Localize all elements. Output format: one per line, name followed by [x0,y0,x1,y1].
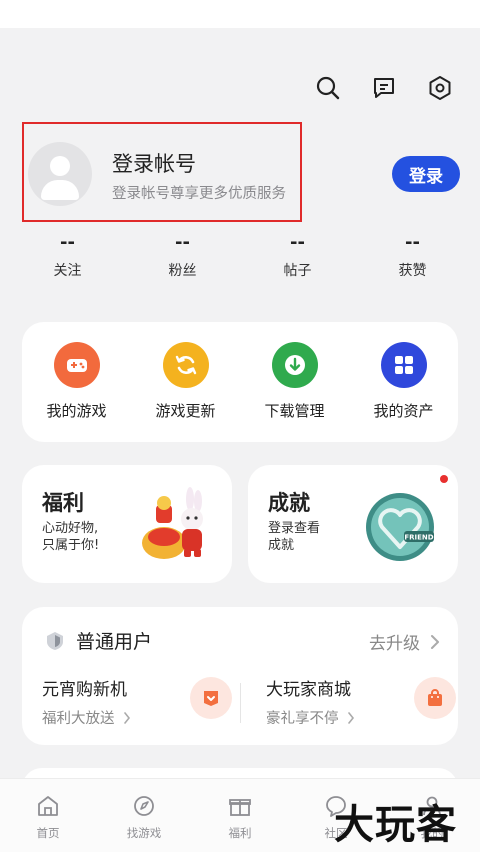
divider [240,683,241,723]
login-button[interactable]: 登录 [392,156,460,192]
stat-value: -- [175,232,190,253]
tab-welfare[interactable]: 福利 [200,793,280,852]
tool-label: 游戏更新 [155,402,216,420]
promo-subtitle: 豪礼享不停 [266,711,339,727]
membership-card: 普通用户 去升级 元宵购新机 福利大放送 大玩家商城 豪礼享不停 [22,607,458,745]
compass-icon [134,796,154,816]
tab-label: 福利 [228,826,252,840]
stat-likes[interactable]: -- 获赞 [355,232,470,280]
login-subtitle: 登录帐号尊享更多优质服务 [112,186,286,202]
tool-label: 下载管理 [264,402,325,420]
shopping-bag-icon [414,677,456,719]
stat-label: 关注 [53,263,82,279]
home-icon [38,796,58,816]
top-toolbar [314,74,454,102]
settings-icon[interactable] [426,74,454,102]
achievement-line-2: 成就 [268,538,295,553]
chevron-right-icon [123,711,130,724]
stat-value: -- [60,232,75,253]
tab-label: 首页 [36,826,60,840]
tool-assets[interactable]: 我的资产 [354,342,454,442]
message-icon[interactable] [370,74,398,102]
download-icon [271,342,318,388]
welfare-card[interactable]: 福利 心动好物, 只属于你! [22,465,232,583]
chevron-right-icon [431,634,439,649]
gamepad-icon [53,342,100,388]
achievement-card[interactable]: 成就 登录查看 成就 FRIEND [248,465,458,583]
tool-game-updates[interactable]: 游戏更新 [136,342,236,442]
stat-label: 获赞 [398,263,427,279]
tool-my-games[interactable]: 我的游戏 [27,342,127,442]
watermark-logo: 大玩客 [334,801,457,848]
member-level-row: 普通用户 [44,627,152,654]
welfare-title: 福利 [42,491,84,515]
status-bar [0,0,480,28]
member-shield-icon [47,631,63,650]
search-icon[interactable] [314,74,342,102]
rabbit-gift-illustration [142,487,203,559]
promo-new-phone[interactable]: 元宵购新机 福利大放送 [42,675,232,731]
tool-label: 我的游戏 [46,402,107,420]
refresh-icon [162,342,209,388]
stats-row: -- 关注 -- 粉丝 -- 帖子 -- 获赞 [10,232,470,280]
stat-label: 帖子 [283,263,312,279]
stat-following[interactable]: -- 关注 [10,232,125,280]
grid-icon [380,342,427,388]
login-account-area[interactable]: 登录帐号 登录帐号尊享更多优质服务 [22,122,302,222]
avatar[interactable] [28,142,92,206]
tool-downloads[interactable]: 下载管理 [245,342,345,442]
stat-posts[interactable]: -- 帖子 [240,232,355,280]
gift-icon [229,799,251,816]
member-level: 普通用户 [76,631,153,653]
tool-label: 我的资产 [373,402,434,420]
achievement-title: 成就 [268,491,310,515]
achievement-line-1: 登录查看 [268,521,321,536]
stat-label: 粉丝 [168,263,197,279]
tab-home[interactable]: 首页 [8,793,88,852]
upgrade-link[interactable]: 去升级 [369,629,440,654]
promo-subtitle: 福利大放送 [42,711,115,727]
login-title[interactable]: 登录帐号 [112,148,196,178]
stat-value: -- [290,232,305,253]
welfare-subtitle: 心动好物, 只属于你! [42,520,99,554]
coupon-icon [190,677,232,719]
tab-find-games[interactable]: 找游戏 [104,793,184,852]
promo-mall[interactable]: 大玩家商城 豪礼享不停 [266,675,456,731]
upgrade-label: 去升级 [369,634,420,654]
notification-dot [440,475,448,483]
profile-header: 登录帐号 登录帐号尊享更多优质服务 登录 [22,122,462,222]
tools-card: 我的游戏 游戏更新 下载管理 我的资产 [22,322,458,442]
welfare-line-1: 心动好物, [42,521,99,536]
friend-badge-icon: FRIEND [366,493,434,561]
chevron-right-icon [347,711,354,724]
badge-text: FRIEND [404,534,433,542]
tab-label: 找游戏 [126,826,162,840]
achievement-subtitle: 登录查看 成就 [268,520,320,554]
stat-value: -- [405,232,420,253]
stat-followers[interactable]: -- 粉丝 [125,232,240,280]
welfare-line-2: 只属于你! [42,538,100,553]
